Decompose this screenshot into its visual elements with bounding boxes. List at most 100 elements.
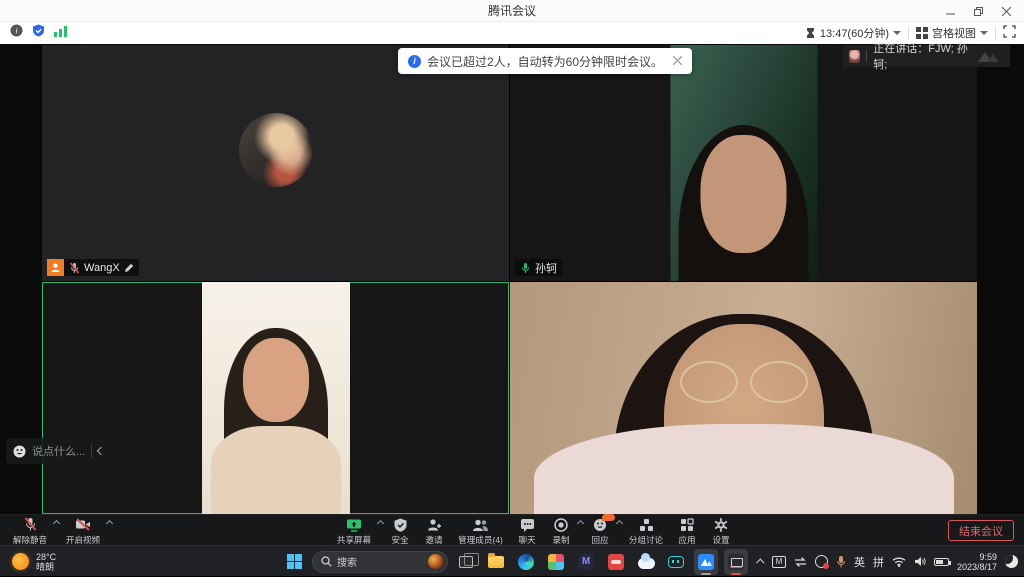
invite-label: 邀请 — [425, 533, 442, 545]
ime-english-indicator[interactable]: 英 — [854, 554, 865, 570]
meeting-info-icon[interactable]: i — [10, 24, 23, 42]
wangx-plate: WangX — [64, 259, 139, 276]
fullscreen-button[interactable] — [1003, 25, 1016, 41]
tv-app-button[interactable] — [664, 549, 688, 575]
share-screen-button[interactable]: 共享屏幕 — [330, 515, 378, 546]
record-button[interactable]: 录制 — [544, 515, 578, 546]
recording-indicator-icon[interactable] — [815, 555, 828, 568]
settings-button[interactable]: 设置 — [704, 515, 738, 546]
meeting-timer[interactable]: 13:47(60分钟) — [805, 25, 901, 41]
record-label: 录制 — [552, 533, 569, 545]
reactions-icon — [593, 517, 607, 532]
edit-name-icon[interactable] — [124, 263, 134, 273]
security-shield-icon[interactable] — [32, 24, 45, 42]
start-button[interactable] — [282, 549, 306, 575]
emoji-icon[interactable] — [13, 445, 26, 458]
info-icon: i — [408, 55, 421, 68]
m-app-button[interactable]: M — [574, 549, 598, 575]
window-title: 腾讯会议 — [488, 2, 536, 19]
red-app-button[interactable] — [604, 549, 628, 575]
view-mode-label: 宫格视图 — [932, 25, 976, 41]
file-explorer-button[interactable] — [484, 549, 508, 575]
separator — [908, 27, 909, 39]
meeting-topbar: i 13:47(60分钟) 宫格视图 — [0, 22, 1024, 44]
meeting-logo-watermark — [974, 48, 1004, 64]
red-app-icon — [608, 554, 624, 570]
mic-in-use-icon[interactable] — [836, 555, 846, 568]
share-screen-icon — [346, 517, 362, 532]
video-tile-glasses[interactable] — [510, 282, 977, 514]
chat-button[interactable]: 聊天 — [510, 515, 544, 546]
camera-options-caret[interactable] — [106, 520, 113, 527]
banner-text: 会议已超过2人，自动转为60分钟限时会议。 — [427, 53, 663, 70]
edge-browser-button[interactable] — [514, 549, 538, 575]
glasses — [674, 361, 814, 405]
taskbar-weather-widget[interactable]: 28°C 晴朗 — [12, 546, 56, 577]
members-icon — [472, 517, 489, 532]
invite-button[interactable]: 邀请 — [417, 515, 451, 546]
unmute-button[interactable]: 解除静音 — [6, 515, 54, 546]
unmute-label: 解除静音 — [13, 533, 47, 545]
video-tile-active-speaker[interactable] — [42, 282, 509, 514]
tencent-meeting-app-button[interactable] — [694, 549, 718, 575]
video-stage: WangX 孙轲 — [0, 44, 1024, 514]
minimize-button[interactable] — [936, 0, 964, 22]
collapse-chat-icon[interactable] — [97, 447, 105, 455]
tencent-meeting-icon — [698, 554, 714, 570]
speaker-icon[interactable] — [914, 556, 926, 567]
reactions-button[interactable]: 回应 — [583, 515, 617, 546]
start-video-button[interactable]: 开启视频 — [59, 515, 107, 546]
tray-m-icon[interactable]: M — [772, 556, 786, 568]
reactions-new-badge — [602, 514, 615, 521]
taskbar-search-box[interactable]: 搜索 — [312, 551, 448, 573]
security-label: 安全 — [391, 533, 408, 545]
face — [243, 338, 309, 422]
night-mode-icon[interactable] — [1005, 555, 1018, 568]
start-video-label: 开启视频 — [66, 533, 100, 545]
end-meeting-button[interactable]: 结束会议 — [948, 520, 1014, 541]
layout-switcher[interactable]: 宫格视图 — [916, 25, 988, 41]
security-button[interactable]: 安全 — [383, 515, 417, 546]
chat-quick-input[interactable]: 说点什么... — [6, 438, 111, 464]
search-highlight-icon[interactable] — [428, 554, 443, 569]
banner-close-icon[interactable] — [673, 54, 682, 68]
participant-name: 孙轲 — [535, 260, 557, 276]
close-button[interactable] — [992, 0, 1020, 22]
settings-gear-icon — [714, 517, 728, 532]
speaking-indicator: 正在讲话：FJW; 孙轲; — [843, 45, 1010, 67]
timer-dropdown-icon — [893, 31, 901, 35]
manage-members-button[interactable]: 管理成员(4) — [451, 515, 510, 546]
ime-pinyin-indicator[interactable]: 拼 — [873, 554, 884, 570]
glasses-video — [510, 282, 977, 514]
apps-button[interactable]: 应用 — [670, 515, 704, 546]
hidden-icons-chevron[interactable] — [756, 558, 764, 566]
taskbar-clock[interactable]: 9:59 2023/8/17 — [957, 552, 997, 572]
wifi-icon[interactable] — [892, 556, 906, 567]
toolbar-center-group: 共享屏幕 安全 邀请 管理成员(4) — [330, 515, 738, 546]
mic-on-icon — [520, 262, 531, 274]
task-view-button[interactable] — [454, 549, 478, 575]
search-icon — [321, 556, 332, 567]
restore-button[interactable] — [964, 0, 992, 22]
speaker-video — [202, 282, 350, 514]
cloud-app-button[interactable] — [634, 549, 658, 575]
face — [701, 135, 787, 253]
video-tile-sun[interactable]: 孙轲 — [510, 45, 977, 281]
window-controls — [936, 0, 1020, 22]
wangx-nameplate: WangX — [47, 259, 139, 276]
battery-icon[interactable] — [934, 558, 949, 566]
sun-nameplate: 孙轲 — [515, 259, 562, 276]
store-icon — [548, 554, 564, 570]
breakout-rooms-button[interactable]: 分组讨论 — [622, 515, 670, 546]
edge-icon — [518, 554, 534, 570]
participant-name: WangX — [84, 262, 120, 274]
shirt — [534, 424, 954, 514]
security-shield-icon — [394, 517, 407, 532]
network-signal-icon[interactable] — [54, 24, 67, 42]
store-app-button[interactable] — [544, 549, 568, 575]
chat-placeholder: 说点什么... — [32, 443, 85, 459]
snip-app-button[interactable] — [724, 549, 748, 575]
sync-arrows-icon[interactable] — [794, 557, 807, 567]
video-tile-wangx[interactable]: WangX — [42, 45, 509, 281]
meeting-topbar-right: 13:47(60分钟) 宫格视图 — [805, 25, 1024, 41]
